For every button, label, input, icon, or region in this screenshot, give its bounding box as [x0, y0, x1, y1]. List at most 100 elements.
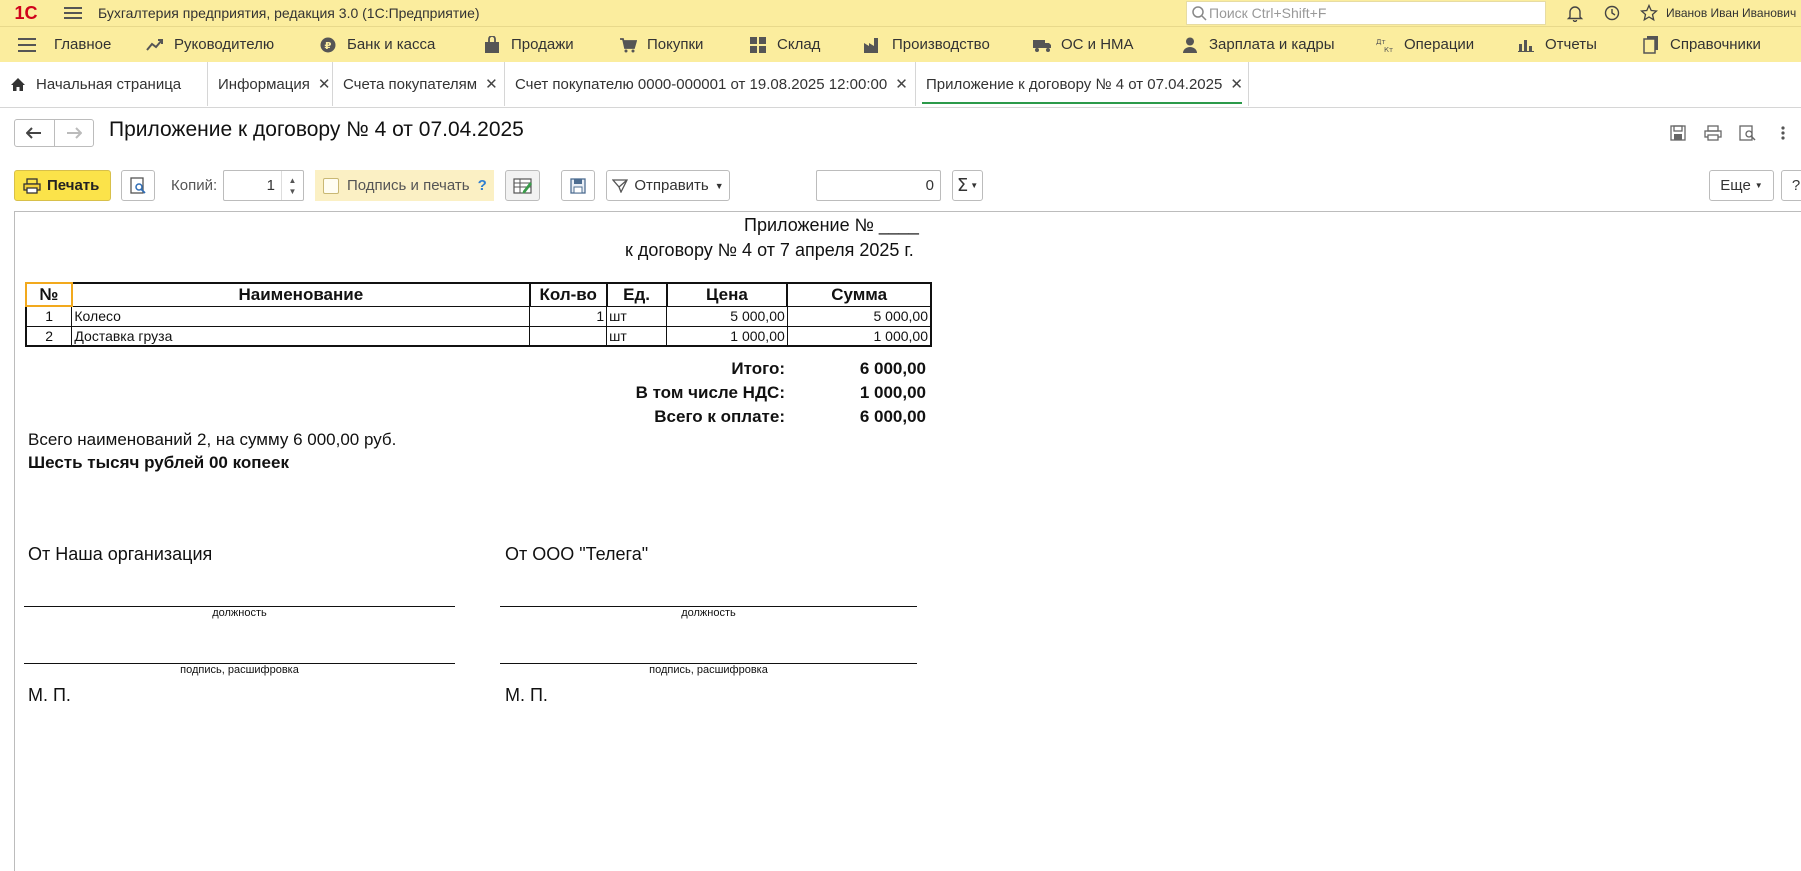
- main-menu-icon[interactable]: [58, 0, 88, 26]
- tab-customer-invoices[interactable]: Счета покупателям ✕: [333, 62, 505, 106]
- more-button[interactable]: Еще ▼: [1709, 170, 1774, 201]
- position-caption: должность: [212, 607, 267, 619]
- sections-menu-icon[interactable]: [0, 27, 54, 63]
- close-icon[interactable]: ✕: [1230, 75, 1243, 93]
- section-purchases[interactable]: Покупки: [619, 27, 749, 63]
- forward-button[interactable]: [53, 120, 93, 146]
- bell-icon[interactable]: [1556, 0, 1593, 26]
- section-warehouse[interactable]: Склад: [749, 27, 864, 63]
- sum-function-button[interactable]: Σ ▼: [952, 170, 983, 201]
- section-label: Продажи: [511, 36, 574, 53]
- cell-number[interactable]: 2: [25, 325, 73, 347]
- section-production[interactable]: Производство: [864, 27, 1033, 63]
- print-button[interactable]: Печать: [14, 170, 111, 201]
- column-header-price[interactable]: Цена: [665, 282, 789, 307]
- back-button[interactable]: [15, 120, 54, 146]
- section-label: Руководителю: [174, 36, 275, 53]
- sigma-icon: Σ: [956, 175, 969, 196]
- cell-number[interactable]: 1: [25, 305, 73, 327]
- section-bank[interactable]: ₽ Банк и касса: [319, 27, 483, 63]
- dt-kt-icon: Дт Кт: [1376, 36, 1394, 54]
- cell-qty[interactable]: 1: [529, 305, 608, 327]
- section-main[interactable]: Главное: [54, 27, 146, 63]
- star-icon[interactable]: [1630, 0, 1667, 26]
- send-icon: [612, 178, 629, 193]
- printer-icon[interactable]: [1695, 120, 1730, 146]
- column-header-number[interactable]: №: [25, 282, 73, 307]
- person-icon: [1181, 36, 1199, 54]
- close-icon[interactable]: ✕: [318, 75, 331, 93]
- cell-sum[interactable]: 1 000,00: [786, 325, 932, 347]
- svg-text:Кт: Кт: [1384, 46, 1393, 53]
- search-input[interactable]: Поиск Ctrl+Shift+F: [1186, 1, 1546, 25]
- search-placeholder: Поиск Ctrl+Shift+F: [1209, 5, 1327, 21]
- save-icon[interactable]: [1660, 120, 1695, 146]
- cell-price[interactable]: 1 000,00: [666, 325, 788, 347]
- sign-and-stamp-checkbox[interactable]: Подпись и печать ?: [315, 170, 494, 201]
- section-label: Банк и касса: [347, 36, 436, 53]
- preview-icon[interactable]: [1730, 120, 1765, 146]
- cell-sum[interactable]: 5 000,00: [786, 305, 932, 327]
- printer-icon: [23, 177, 41, 194]
- party-buyer: От ООО "Телега": [505, 544, 649, 564]
- cell-name[interactable]: Доставка груза: [71, 325, 531, 347]
- section-sales[interactable]: Продажи: [483, 27, 619, 63]
- app-title: Бухгалтерия предприятия, редакция 3.0 (1…: [98, 5, 480, 21]
- preview-button[interactable]: [121, 170, 155, 201]
- section-reports[interactable]: Отчеты: [1517, 27, 1642, 63]
- tab-label: Приложение к договору № 4 от 07.04.2025: [926, 75, 1223, 93]
- nav-buttons: [14, 119, 94, 147]
- cell-unit[interactable]: шт: [606, 305, 668, 327]
- total-due-value: 6 000,00: [859, 407, 926, 426]
- chevron-down-icon[interactable]: ▼: [289, 186, 297, 197]
- help-button[interactable]: ?: [1781, 170, 1801, 201]
- section-assets[interactable]: ОС и НМА: [1033, 27, 1181, 63]
- trend-icon: [146, 36, 164, 54]
- column-header-sum[interactable]: Сумма: [786, 282, 932, 307]
- section-operations[interactable]: Дт Кт Операции: [1376, 27, 1517, 63]
- cell-name[interactable]: Колесо: [71, 305, 531, 327]
- app-logo[interactable]: 1С: [8, 0, 44, 26]
- column-header-qty[interactable]: Кол-во: [528, 282, 608, 307]
- shopping-bag-icon: [483, 35, 501, 54]
- tab-label: Информация: [218, 75, 310, 93]
- home-icon: [11, 77, 25, 91]
- cell-qty[interactable]: [529, 325, 608, 347]
- tab-invoice[interactable]: Счет покупателю 0000-000001 от 19.08.202…: [505, 62, 916, 106]
- cell-unit[interactable]: шт: [606, 325, 668, 347]
- section-salary[interactable]: Зарплата и кадры: [1181, 27, 1376, 63]
- selected-sum-field[interactable]: 0: [816, 170, 941, 201]
- title-bar: 1С Бухгалтерия предприятия, редакция 3.0…: [0, 0, 1801, 26]
- tab-information[interactable]: Информация ✕: [208, 62, 333, 106]
- cell-price[interactable]: 5 000,00: [666, 305, 788, 327]
- user-name[interactable]: Иванов Иван Иванович: [1666, 0, 1796, 26]
- open-tabs: Начальная страница Информация ✕ Счета пок…: [0, 62, 1801, 108]
- tab-home[interactable]: Начальная страница: [0, 62, 208, 106]
- copies-input[interactable]: 1 ▲ ▼: [223, 170, 304, 201]
- edit-document-button[interactable]: [505, 170, 540, 201]
- items-table: № Наименование Кол-во Ед. Цена Сумма 1 К…: [25, 282, 932, 347]
- chevron-up-icon[interactable]: ▲: [289, 175, 297, 186]
- column-header-name[interactable]: Наименование: [70, 282, 531, 307]
- copies-stepper[interactable]: ▲ ▼: [281, 171, 303, 200]
- vat-value: 1 000,00: [859, 383, 926, 402]
- help-icon[interactable]: ?: [478, 177, 487, 194]
- close-icon[interactable]: ✕: [895, 75, 908, 93]
- arrow-left-icon: [26, 127, 42, 139]
- cart-icon: [619, 36, 637, 54]
- dropdown-arrow-icon: ▼: [1754, 181, 1763, 190]
- tab-appendix[interactable]: Приложение к договору № 4 от 07.04.2025 ✕: [916, 62, 1249, 106]
- more-vertical-icon[interactable]: [1765, 120, 1800, 146]
- checkbox[interactable]: [323, 177, 339, 194]
- column-header-unit[interactable]: Ед.: [605, 282, 668, 307]
- section-label: Склад: [777, 36, 821, 53]
- section-references[interactable]: Справочники: [1642, 27, 1792, 63]
- send-button[interactable]: Отправить ▼: [606, 170, 730, 201]
- save-button[interactable]: [561, 170, 595, 201]
- history-icon[interactable]: [1593, 0, 1630, 26]
- section-manager[interactable]: Руководителю: [146, 27, 319, 63]
- sections-bar: Главное Руководителю ₽ Банк и касса Прод…: [0, 26, 1801, 62]
- section-label: Отчеты: [1545, 36, 1597, 53]
- signature-caption: подпись, расшифровка: [180, 664, 299, 676]
- close-icon[interactable]: ✕: [485, 75, 498, 93]
